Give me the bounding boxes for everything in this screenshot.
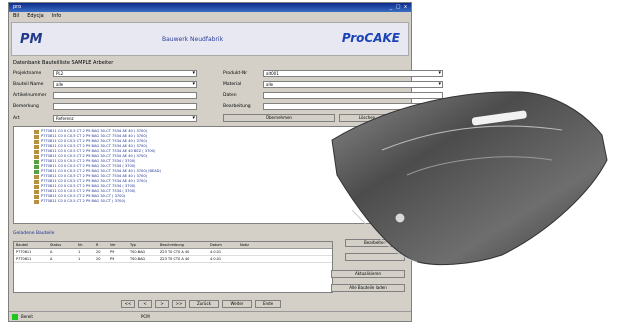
tree-item-label: P7T0811 C0 0 C0.5 CT 2 P9 BAG 30-CT ( 37…: [41, 199, 126, 203]
status-center: PCM: [141, 314, 150, 319]
table-cell: P9: [110, 250, 115, 254]
app-header: PM Bauwerk Neudfabrik ProCAKE: [11, 22, 409, 56]
prev-button[interactable]: <: [138, 300, 152, 308]
table-cell: 20: [96, 250, 101, 254]
title-bar: pro _ □ x: [9, 3, 411, 12]
table-cell: [240, 256, 280, 262]
part-icon: [34, 164, 39, 169]
back-button[interactable]: Zurück: [189, 300, 219, 308]
part-name-select[interactable]: alle: [53, 80, 197, 88]
part-icon: [34, 129, 39, 134]
table-cell: TS0.BAG: [130, 257, 146, 261]
remark-input[interactable]: [53, 102, 197, 110]
part-icon: [34, 144, 39, 149]
part-icon: [34, 154, 39, 159]
part-icon: [34, 149, 39, 154]
date-label: Daten: [223, 92, 237, 98]
form-row-1: Projektname PL2 Produkt-Nr alt001: [13, 69, 443, 77]
menu-file[interactable]: Bil: [13, 12, 19, 20]
material-label: Material: [223, 81, 242, 87]
table-cell: P7T0811: [16, 257, 32, 261]
col-header[interactable]: Bauteil: [14, 242, 50, 248]
load-all-button[interactable]: Alle Bauteile laden: [331, 284, 405, 292]
table-cell: 1: [78, 257, 81, 261]
article-label: Artikelnummer: [13, 92, 47, 98]
table-cell: P7T0811: [16, 250, 32, 254]
col-header[interactable]: Ver: [110, 242, 130, 248]
table-cell: 1: [78, 250, 81, 254]
table-cell: P9: [110, 257, 115, 261]
section-label: Datenbank Bauteilliste SAMPLE Arbeiter: [13, 60, 114, 66]
product-select[interactable]: alt001: [263, 69, 443, 77]
part-icon: [34, 199, 39, 204]
table-cell: 20: [96, 257, 101, 261]
car-hood-3d-model: [331, 91, 608, 266]
grid-label: Geladene Bauteile: [13, 231, 55, 236]
part-icon: [34, 179, 39, 184]
apply-button[interactable]: Übernehmen: [223, 114, 335, 122]
menu-edit[interactable]: Edycja: [27, 12, 44, 20]
remark-label: Bemerkung: [13, 103, 39, 109]
table-cell: [240, 249, 280, 255]
processing-label: Bearbeitung: [223, 103, 251, 109]
col-header[interactable]: Datum: [210, 242, 240, 248]
table-cell: Z23 T0 CT0 A 40: [160, 250, 190, 254]
part-icon: [34, 174, 39, 179]
part-icon: [34, 194, 39, 199]
app-title: Bauwerk Neudfabrik: [162, 36, 224, 43]
table-header: Bauteil Status Nr. R Ver Typ Beschreibun…: [14, 242, 332, 249]
brand-logo: ProCAKE: [341, 31, 400, 45]
table-cell: Z23 T0 CT0 A 40: [160, 257, 190, 261]
table-cell: A: [50, 250, 53, 254]
part-icon: [34, 169, 39, 174]
last-button[interactable]: >>: [172, 300, 186, 308]
table-cell: TS0.BAG: [130, 250, 146, 254]
first-button[interactable]: <<: [121, 300, 135, 308]
col-header[interactable]: Nr.: [78, 242, 96, 248]
nav-toolbar: << < > >> Zurück Weiter Ende: [121, 300, 281, 308]
col-header[interactable]: Notiz: [240, 242, 280, 248]
left-logo: PM: [20, 32, 43, 47]
status-bar: Bereit PCM: [9, 311, 411, 321]
project-select[interactable]: PL2: [53, 69, 197, 77]
col-header[interactable]: Typ: [130, 242, 160, 248]
part-icon: [34, 159, 39, 164]
col-header[interactable]: R: [96, 242, 110, 248]
part-icon: [34, 189, 39, 194]
part-name-label: Bauteil Name: [13, 81, 44, 87]
menu-bar: Bil Edycja Info: [9, 12, 411, 20]
col-header[interactable]: Status: [50, 242, 78, 248]
parts-table: Bauteil Status Nr. R Ver Typ Beschreibun…: [13, 241, 333, 293]
window-title: pro: [13, 4, 22, 10]
col-header[interactable]: Beschreibung: [160, 242, 210, 248]
type-label: Art: [13, 115, 20, 121]
project-label: Projektname: [13, 70, 42, 76]
forward-button[interactable]: Weiter: [222, 300, 252, 308]
status-text: Bereit: [21, 314, 33, 319]
table-cell: 4.0.01: [210, 250, 222, 254]
product-label: Produkt-Nr: [223, 70, 248, 76]
type-select[interactable]: Referenz: [53, 114, 197, 122]
table-row[interactable]: P7T0811 A 1 20 P9 TS0.BAG Z23 T0 CT0 A 4…: [14, 249, 332, 256]
status-led-icon: [12, 313, 18, 320]
table-row[interactable]: P7T0811 A 1 20 P9 TS0.BAG Z23 T0 CT0 A 4…: [14, 256, 332, 263]
next-button[interactable]: >: [155, 300, 169, 308]
part-icon: [34, 134, 39, 139]
part-icon: [34, 139, 39, 144]
end-button[interactable]: Ende: [255, 300, 281, 308]
part-icon: [34, 184, 39, 189]
window-controls[interactable]: _ □ x: [390, 3, 411, 12]
table-cell: A: [50, 257, 53, 261]
article-input[interactable]: [53, 91, 197, 99]
table-cell: 4.0.01: [210, 257, 222, 261]
menu-info[interactable]: Info: [52, 12, 61, 20]
